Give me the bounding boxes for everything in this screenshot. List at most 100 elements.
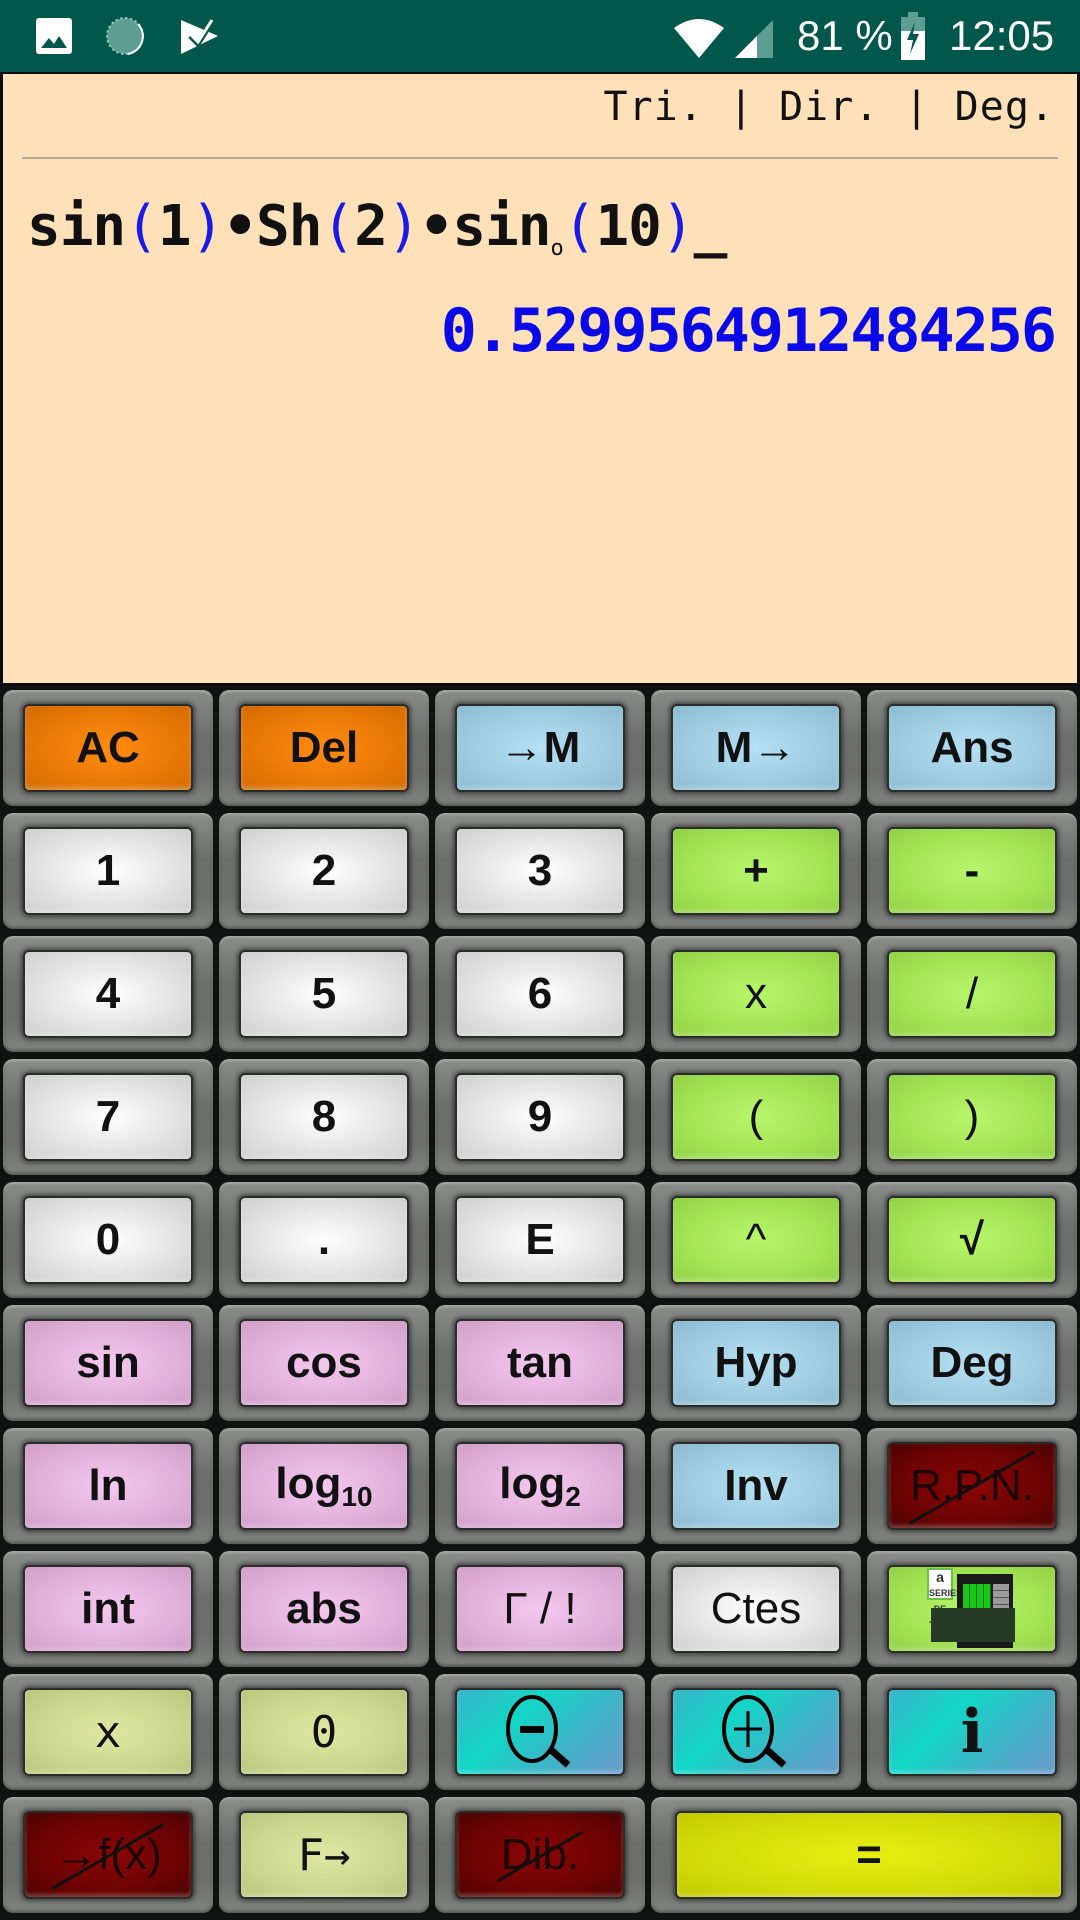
digit-8-button[interactable]: 8 <box>219 1059 429 1175</box>
key-label-text: sin <box>76 1338 140 1387</box>
digit-4-button[interactable]: 4 <box>3 936 213 1052</box>
key-label: log2 <box>499 1459 581 1513</box>
result-value: 0.5299564912484256 <box>440 296 1057 366</box>
key-label-text: + <box>743 846 769 895</box>
key-label-text: ln <box>88 1461 128 1510</box>
zoom-in-icon <box>706 1691 806 1773</box>
tan-button[interactable]: tan <box>435 1305 645 1421</box>
key-label-text: Dib. <box>500 1830 580 1879</box>
log2-button[interactable]: log2 <box>435 1428 645 1544</box>
key-label: 6 <box>528 969 552 1019</box>
zoom-out-button[interactable] <box>435 1674 645 1790</box>
key-label: F→ <box>298 1830 351 1881</box>
key-label: . <box>318 1215 330 1265</box>
all-clear-button[interactable]: AC <box>3 690 213 806</box>
close-paren-button[interactable]: ) <box>867 1059 1077 1175</box>
answer-button[interactable]: Ans <box>867 690 1077 806</box>
sin-button[interactable]: sin <box>3 1305 213 1421</box>
open-paren-button[interactable]: ( <box>651 1059 861 1175</box>
digit-3-button[interactable]: 3 <box>435 813 645 929</box>
exponent-key-face: E <box>455 1196 625 1284</box>
add-button[interactable]: + <box>651 813 861 929</box>
key-label: 5 <box>312 969 336 1019</box>
gamma-factorial-button[interactable]: Γ / ! <box>435 1551 645 1667</box>
equals-key-face: = <box>675 1811 1063 1899</box>
key-label-text: tan <box>507 1338 573 1387</box>
calculator-display: Tri. | Dir. | Deg. sin(1)•Sh(2)•sino(10)… <box>0 72 1080 686</box>
key-label: 8 <box>312 1092 336 1142</box>
delete-button[interactable]: Del <box>219 690 429 806</box>
sin-key-face: sin <box>23 1319 193 1407</box>
integer-button[interactable]: int <box>3 1551 213 1667</box>
key-label-text: F→ <box>297 1829 351 1881</box>
digit-6-button[interactable]: 6 <box>435 936 645 1052</box>
expression-token: 10 <box>595 194 661 259</box>
key-label: i <box>961 1697 984 1767</box>
key-label: ln <box>88 1461 127 1511</box>
multiply-button[interactable]: x <box>651 936 861 1052</box>
sqrt-button[interactable]: √ <box>867 1182 1077 1298</box>
ln-button[interactable]: ln <box>3 1428 213 1544</box>
taylor-series-app-button[interactable]: aSERIES DE TAYLOR <box>867 1551 1077 1667</box>
multiply-key-face: x <box>671 950 841 1038</box>
expression-input[interactable]: sin(1)•Sh(2)•sino(10)_ <box>27 194 727 261</box>
key-label: 0 <box>96 1215 120 1265</box>
key-label-text: Inv <box>724 1461 788 1510</box>
recall-memory-button[interactable]: M→ <box>651 690 861 806</box>
store-memory-button[interactable]: →M <box>435 690 645 806</box>
key-label: Hyp <box>714 1338 797 1388</box>
zoom-in-button[interactable] <box>651 1674 861 1790</box>
digit-2-button[interactable]: 2 <box>219 813 429 929</box>
divide-button[interactable]: / <box>867 936 1077 1052</box>
key-label: R.P.N. <box>910 1461 1034 1511</box>
key-label: tan <box>507 1338 573 1388</box>
hyperbolic-key-face: Hyp <box>671 1319 841 1407</box>
power-button[interactable]: ^ <box>651 1182 861 1298</box>
decimal-point-button[interactable]: . <box>219 1182 429 1298</box>
key-label-text: 0 <box>310 1706 338 1758</box>
zero-function-button[interactable]: 0 <box>219 1674 429 1790</box>
taylor-series-app-key-face: aSERIES DE TAYLOR <box>887 1565 1057 1653</box>
equals-button[interactable]: = <box>651 1797 1077 1913</box>
exponent-button[interactable]: E <box>435 1182 645 1298</box>
mode-indicator[interactable]: Tri. | Dir. | Deg. <box>604 84 1055 130</box>
key-label-text: 3 <box>527 846 553 895</box>
cos-button[interactable]: cos <box>219 1305 429 1421</box>
expression-token: 2 <box>354 194 388 259</box>
draw-button[interactable]: Dib. <box>435 1797 645 1913</box>
to-function-button[interactable]: →f(x) <box>3 1797 213 1913</box>
subtract-button[interactable]: - <box>867 813 1077 929</box>
integer-key-face: int <box>23 1565 193 1653</box>
constants-button[interactable]: Ctes <box>651 1551 861 1667</box>
function-recall-button[interactable]: F→ <box>219 1797 429 1913</box>
key-label: 4 <box>96 969 120 1019</box>
key-label-text: abs <box>286 1584 362 1633</box>
log10-key-face: log10 <box>239 1442 409 1530</box>
digit-9-button[interactable]: 9 <box>435 1059 645 1175</box>
digit-3-key-face: 3 <box>455 827 625 915</box>
digit-1-key-face: 1 <box>23 827 193 915</box>
info-button[interactable]: i <box>867 1674 1077 1790</box>
log10-button[interactable]: log10 <box>219 1428 429 1544</box>
key-label-text: x <box>94 1706 122 1758</box>
rpn-button[interactable]: R.P.N. <box>867 1428 1077 1544</box>
expression-paren: ) <box>660 194 695 259</box>
key-label: →M <box>500 723 581 773</box>
battery-percent: 81 % <box>797 12 893 59</box>
delete-key-face: Del <box>239 704 409 792</box>
digit-6-key-face: 6 <box>455 950 625 1038</box>
key-label: √ <box>960 1215 984 1265</box>
key-label: AC <box>76 723 140 773</box>
digit-1-button[interactable]: 1 <box>3 813 213 929</box>
key-label-text: i <box>960 1697 984 1767</box>
digit-0-button[interactable]: 0 <box>3 1182 213 1298</box>
key-label-text: x <box>745 969 767 1018</box>
inverse-button[interactable]: Inv <box>651 1428 861 1544</box>
digit-5-button[interactable]: 5 <box>219 936 429 1052</box>
hyperbolic-button[interactable]: Hyp <box>651 1305 861 1421</box>
degrees-button[interactable]: Deg <box>867 1305 1077 1421</box>
degree-subscript: o <box>550 236 563 261</box>
digit-7-button[interactable]: 7 <box>3 1059 213 1175</box>
variable-x-button[interactable]: x <box>3 1674 213 1790</box>
absolute-button[interactable]: abs <box>219 1551 429 1667</box>
